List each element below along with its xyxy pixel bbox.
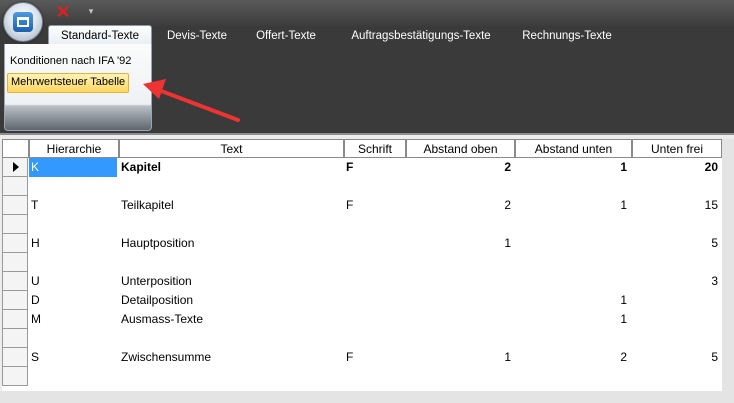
- row-selector[interactable]: [2, 367, 28, 386]
- cell-text[interactable]: Teilkapitel: [121, 196, 342, 215]
- cell-oben[interactable]: 1: [406, 348, 513, 367]
- cell-hierarchie[interactable]: M: [31, 310, 117, 329]
- column-header-abstand-unten[interactable]: Abstand unten: [515, 139, 632, 158]
- cell-frei[interactable]: [632, 329, 720, 348]
- cell-text[interactable]: [121, 367, 342, 386]
- cell-oben[interactable]: [406, 310, 513, 329]
- row-selector[interactable]: [2, 215, 28, 234]
- cell-oben[interactable]: 2: [406, 158, 513, 177]
- column-header-schrift[interactable]: Schrift: [344, 139, 406, 158]
- cell-schrift[interactable]: [346, 234, 404, 253]
- cell-oben[interactable]: [406, 329, 513, 348]
- cell-text[interactable]: Unterposition: [121, 272, 342, 291]
- cell-frei[interactable]: 20: [632, 158, 720, 177]
- cell-hierarchie[interactable]: D: [31, 291, 117, 310]
- row-selector[interactable]: [2, 272, 28, 291]
- cell-hierarchie[interactable]: S: [31, 348, 117, 367]
- cell-frei[interactable]: 3: [632, 272, 720, 291]
- cell-hierarchie[interactable]: [31, 329, 117, 348]
- cell-hierarchie[interactable]: T: [31, 196, 117, 215]
- grid-empty-area: [722, 139, 734, 391]
- cell-unten[interactable]: 1: [515, 310, 629, 329]
- row-selector[interactable]: [2, 310, 28, 329]
- row-selector[interactable]: [2, 329, 28, 348]
- cell-schrift[interactable]: [346, 367, 404, 386]
- cell-unten[interactable]: [515, 367, 629, 386]
- cell-unten[interactable]: [515, 329, 629, 348]
- cell-unten[interactable]: 2: [515, 348, 629, 367]
- row-selector[interactable]: [2, 291, 28, 310]
- cell-hierarchie[interactable]: [31, 367, 117, 386]
- cell-hierarchie[interactable]: [31, 177, 117, 196]
- cell-unten[interactable]: 1: [515, 158, 629, 177]
- cell-oben[interactable]: [406, 367, 513, 386]
- cell-unten[interactable]: [515, 234, 629, 253]
- cell-unten[interactable]: [515, 215, 629, 234]
- cell-schrift[interactable]: [346, 177, 404, 196]
- cell-frei[interactable]: [632, 215, 720, 234]
- cell-schrift[interactable]: [346, 272, 404, 291]
- cell-text[interactable]: Kapitel: [121, 158, 342, 177]
- cell-text[interactable]: [121, 253, 342, 272]
- cell-text[interactable]: [121, 177, 342, 196]
- cell-frei[interactable]: 15: [632, 196, 720, 215]
- cell-oben[interactable]: [406, 177, 513, 196]
- cell-text[interactable]: Zwischensumme: [121, 348, 342, 367]
- cell-schrift[interactable]: F: [346, 158, 404, 177]
- column-header-text[interactable]: Text: [119, 139, 344, 158]
- cell-text[interactable]: Detailposition: [121, 291, 342, 310]
- cell-unten[interactable]: [515, 177, 629, 196]
- current-row-indicator-icon: [13, 162, 19, 172]
- cell-schrift[interactable]: [346, 329, 404, 348]
- cell-oben[interactable]: [406, 291, 513, 310]
- app-logo-icon: [13, 12, 33, 32]
- row-selector[interactable]: [2, 158, 28, 177]
- cell-schrift[interactable]: [346, 291, 404, 310]
- cell-text[interactable]: Hauptposition: [121, 234, 342, 253]
- column-header-abstand-oben[interactable]: Abstand oben: [406, 139, 515, 158]
- cell-oben[interactable]: [406, 272, 513, 291]
- column-header-unten-frei[interactable]: Unten frei: [632, 139, 722, 158]
- cell-unten[interactable]: [515, 272, 629, 291]
- application-menu-button[interactable]: [3, 2, 43, 42]
- cell-hierarchie[interactable]: U: [31, 272, 117, 291]
- cell-oben[interactable]: 2: [406, 196, 513, 215]
- cell-hierarchie[interactable]: [31, 215, 117, 234]
- cell-frei[interactable]: [632, 310, 720, 329]
- column-header-hierarchie[interactable]: Hierarchie: [29, 139, 119, 158]
- cell-frei[interactable]: [632, 291, 720, 310]
- row-header-corner: [2, 139, 29, 158]
- cell-frei[interactable]: [632, 253, 720, 272]
- cell-oben[interactable]: 1: [406, 234, 513, 253]
- cell-hierarchie[interactable]: H: [31, 234, 117, 253]
- row-selector[interactable]: [2, 196, 28, 215]
- cell-unten[interactable]: 1: [515, 196, 629, 215]
- cell-schrift[interactable]: [346, 253, 404, 272]
- cell-schrift[interactable]: F: [346, 348, 404, 367]
- status-area: [0, 391, 734, 403]
- row-selector[interactable]: [2, 177, 28, 196]
- cell-frei[interactable]: [632, 177, 720, 196]
- cell-oben[interactable]: [406, 253, 513, 272]
- cell-schrift[interactable]: F: [346, 196, 404, 215]
- cell-frei[interactable]: 5: [632, 234, 720, 253]
- cell-hierarchie[interactable]: [31, 253, 117, 272]
- cell-unten[interactable]: [515, 253, 629, 272]
- cell-frei[interactable]: [632, 367, 720, 386]
- cell-frei[interactable]: 5: [632, 348, 720, 367]
- cell-oben[interactable]: [406, 215, 513, 234]
- cell-unten[interactable]: 1: [515, 291, 629, 310]
- row-selector[interactable]: [2, 253, 28, 272]
- cell-text[interactable]: Ausmass-Texte: [121, 310, 342, 329]
- cell-hierarchie[interactable]: K: [29, 158, 117, 177]
- row-selector[interactable]: [2, 234, 28, 253]
- cell-schrift[interactable]: [346, 310, 404, 329]
- cell-schrift[interactable]: [346, 215, 404, 234]
- cell-text[interactable]: [121, 329, 342, 348]
- row-selector[interactable]: [2, 348, 28, 367]
- cell-text[interactable]: [121, 215, 342, 234]
